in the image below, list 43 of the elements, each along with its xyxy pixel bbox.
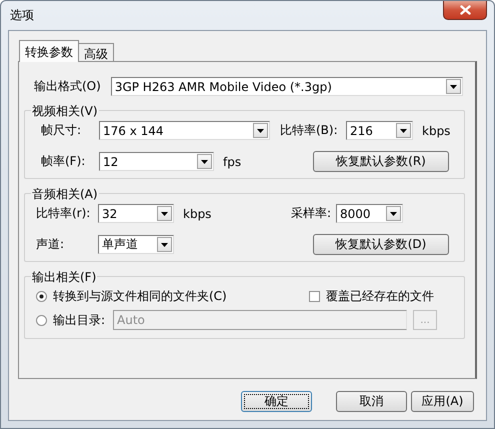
window-title: 选项 [9, 7, 34, 24]
group-title: 视频相关(V) [31, 103, 99, 120]
reset-defaults-button[interactable]: 恢复默认参数(R) [313, 151, 449, 172]
reset-defaults-button[interactable]: 恢复默认参数(D) [313, 234, 449, 255]
dropdown[interactable]: 单声道 [98, 235, 174, 254]
group-title: 音频相关(A) [31, 186, 99, 203]
dialog-button[interactable]: 确定 [241, 391, 312, 412]
caret-icon [161, 242, 168, 246]
dropdown[interactable]: 12 [99, 152, 214, 171]
dropdown[interactable]: 216 [346, 121, 413, 140]
dialog-button[interactable]: 取消 [336, 391, 407, 412]
dropdown[interactable]: 32 [98, 204, 174, 223]
field-label: 帧率(F): [41, 153, 86, 170]
field-label: 输出格式(O) [34, 78, 101, 95]
radio-label[interactable]: 转换到与源文件相同的文件夹(C) [53, 288, 227, 304]
group-title: 输出相关(F) [31, 269, 98, 286]
radio-button[interactable] [36, 290, 47, 302]
unit-label: kbps [182, 206, 212, 220]
unit-label: fps [222, 154, 242, 168]
dropdown[interactable]: 8000 [336, 204, 403, 223]
checkbox-label[interactable]: 覆盖已经存在的文件 [326, 288, 434, 304]
field-label: 比特率(B): [280, 122, 339, 139]
radio-label[interactable]: 输出目录: [53, 312, 106, 328]
dropdown[interactable]: 176 x 144 [99, 121, 270, 140]
unit-label: kbps [421, 124, 452, 138]
caret-icon [400, 128, 407, 132]
dropdown[interactable]: 3GP H263 AMR Mobile Video (*.3gp) [110, 77, 463, 96]
tab[interactable]: 转换参数 [19, 40, 79, 62]
tab[interactable]: 高级 [78, 43, 114, 61]
caret-icon [201, 160, 208, 164]
dialog-button[interactable]: 应用(A) [411, 391, 474, 412]
caret-icon [450, 84, 457, 88]
caret-icon [390, 212, 397, 216]
close-icon [460, 5, 470, 15]
close-button[interactable] [443, 1, 487, 20]
field-label: 采样率: [291, 205, 332, 222]
caret-icon [257, 128, 264, 132]
caret-icon [161, 212, 168, 216]
field-label: 声道: [36, 236, 66, 253]
checkbox[interactable] [309, 290, 320, 302]
radio-button[interactable] [36, 314, 47, 326]
field-label: 比特率(r): [36, 205, 92, 222]
field-label: 帧尺寸: [41, 122, 82, 139]
